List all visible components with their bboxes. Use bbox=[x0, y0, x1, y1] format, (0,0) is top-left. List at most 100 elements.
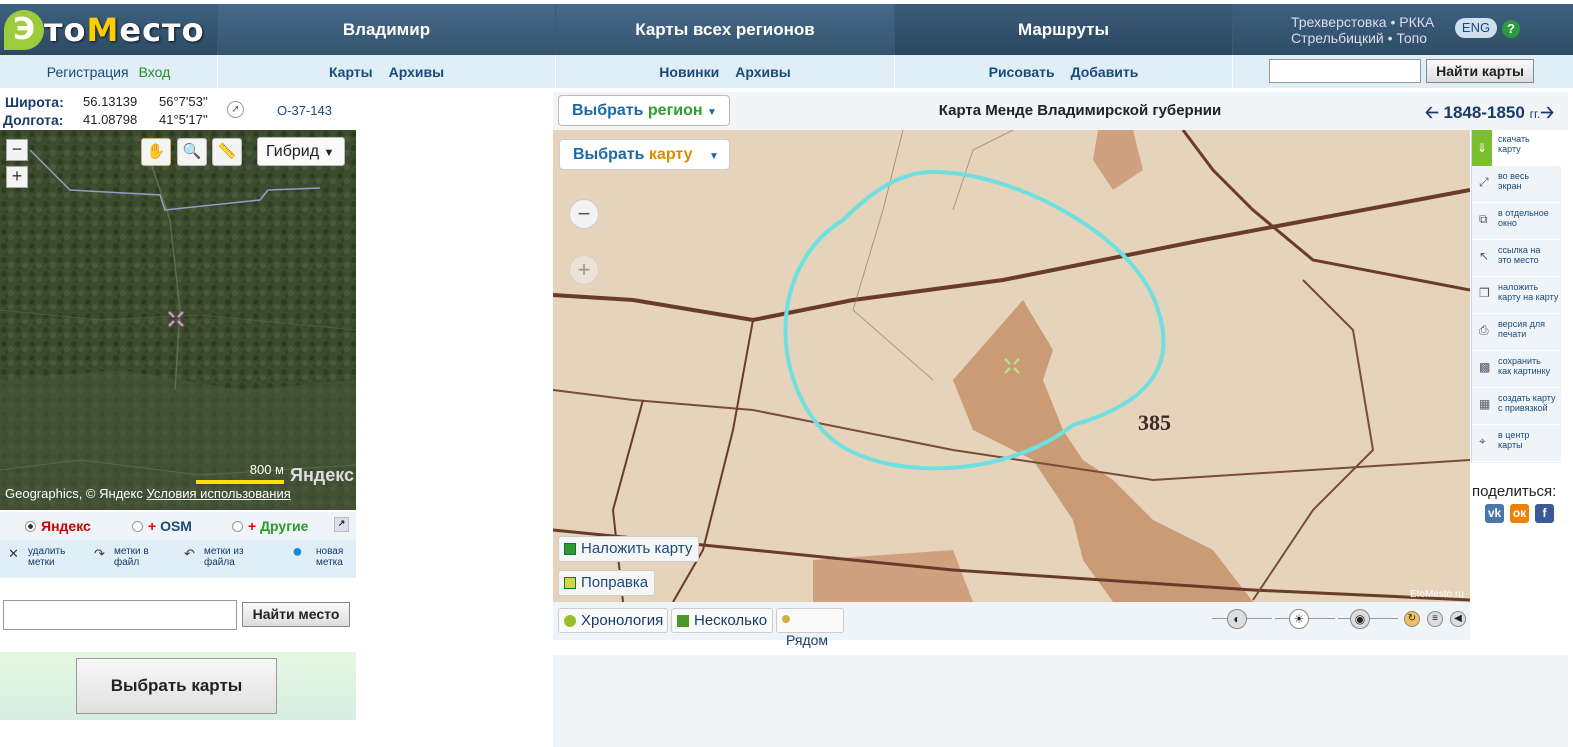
radio-icon bbox=[132, 521, 143, 532]
prev-map-arrow-icon[interactable]: 🡠 bbox=[1425, 103, 1439, 122]
nav-all-maps[interactable]: Карты всех регионов bbox=[556, 4, 894, 55]
place-search-input[interactable] bbox=[3, 600, 237, 630]
overlay-map-button[interactable]: Наложить карту bbox=[558, 536, 700, 562]
vk-share-icon[interactable]: vk bbox=[1485, 504, 1504, 523]
lon-label: Долгота: bbox=[3, 112, 64, 128]
subnav-all: Новинки Архивы bbox=[556, 55, 894, 88]
lon-dms: 41°5'17'' bbox=[159, 112, 208, 127]
marks-to-file-button[interactable]: ↷ метки в файл bbox=[94, 546, 149, 568]
provider-osm[interactable]: + OSM bbox=[132, 518, 192, 534]
reset-icon[interactable]: ↻ bbox=[1404, 611, 1420, 627]
layer-select[interactable]: Гибрид ▼ bbox=[257, 137, 345, 166]
new-mark-button[interactable]: ● новая метка bbox=[292, 542, 343, 568]
nav-region[interactable]: Владимир bbox=[218, 4, 555, 55]
chevron-down-icon: ▼ bbox=[323, 147, 335, 159]
find-maps-button[interactable]: Найти карты bbox=[1426, 59, 1534, 83]
map-sheet-link[interactable]: O-37-143 bbox=[277, 102, 332, 120]
fullscreen-icon: ⤢ bbox=[1479, 175, 1489, 189]
cursor-icon: ↖ bbox=[1479, 249, 1490, 263]
select-map-button[interactable]: Выбрать карту ▼ bbox=[559, 139, 730, 170]
chronology-tab[interactable]: Хронология bbox=[558, 608, 668, 633]
subnav-region: Карты Архивы bbox=[218, 55, 555, 88]
site-logo[interactable]: Э тоМесто bbox=[0, 4, 217, 55]
overlay-map-tool-button[interactable]: ❐ наложить карту на карту bbox=[1472, 278, 1562, 314]
facebook-share-icon[interactable]: f bbox=[1535, 504, 1554, 523]
correction-button[interactable]: Поправка bbox=[558, 570, 656, 596]
lat-label: Широта: bbox=[5, 94, 64, 110]
provider-other[interactable]: + Другие bbox=[232, 518, 308, 534]
archives-all-link[interactable]: Архивы bbox=[735, 64, 790, 80]
register-link[interactable]: Регистрация bbox=[47, 64, 129, 80]
select-region-button[interactable]: Выбрать регион ▼ bbox=[558, 95, 730, 126]
fullscreen-button[interactable]: ⤢ во весь экран bbox=[1472, 167, 1562, 203]
logo-pin-icon: Э bbox=[4, 9, 44, 50]
settings-icon[interactable]: ≡ bbox=[1427, 611, 1443, 627]
create-map-button[interactable]: ▦ создать карту с привязкой bbox=[1472, 389, 1562, 425]
subnav-account: Регистрация Вход bbox=[0, 55, 217, 88]
expand-icon[interactable]: ↗ bbox=[334, 517, 349, 532]
nav-routes[interactable]: Маршруты bbox=[895, 4, 1232, 55]
historic-map-image: 385 bbox=[553, 130, 1470, 602]
news-link[interactable]: Новинки bbox=[659, 64, 719, 80]
provider-yandex[interactable]: Яндекс bbox=[25, 518, 91, 534]
help-icon[interactable]: ? bbox=[1502, 20, 1520, 38]
save-image-icon: ▩ bbox=[1479, 360, 1491, 374]
layers-icon: ❐ bbox=[1479, 286, 1490, 300]
print-version-button[interactable]: ⎙ версия для печати bbox=[1472, 315, 1562, 351]
export-marks-icon: ↷ bbox=[94, 546, 105, 561]
map-zoom-out-button[interactable]: − bbox=[569, 199, 599, 229]
chevron-down-icon: ▼ bbox=[708, 151, 719, 162]
map-tools-panel: ⇓ скачать карту ⤢ во весь экран ⧉ в отдельное… bbox=[1471, 130, 1562, 463]
center-map-button[interactable]: ⌖ в центр карты bbox=[1472, 426, 1562, 462]
next-map-arrow-icon[interactable]: 🡢 bbox=[1540, 103, 1554, 122]
login-link[interactable]: Вход bbox=[139, 64, 171, 80]
new-window-button[interactable]: ⧉ в отдельное окно bbox=[1472, 204, 1562, 240]
choose-maps-button[interactable]: Выбрать карты bbox=[76, 658, 277, 714]
delete-marks-button[interactable]: ✕ удалить метки bbox=[8, 546, 65, 568]
opacity-icon[interactable]: ◉ bbox=[1350, 609, 1370, 629]
scale-label: 800 м bbox=[249, 462, 284, 477]
find-place-button[interactable]: Найти место bbox=[242, 602, 350, 627]
add-link[interactable]: Добавить bbox=[1071, 64, 1139, 80]
grid-icon: ▦ bbox=[1479, 397, 1491, 411]
satellite-map[interactable] bbox=[0, 130, 356, 510]
draw-link[interactable]: Рисовать bbox=[989, 64, 1055, 80]
small-map-zoom-in-button[interactable]: + bbox=[6, 166, 28, 188]
contrast-icon[interactable]: ◐ bbox=[1227, 609, 1247, 629]
chevron-down-icon: ▼ bbox=[706, 107, 717, 118]
terms-link[interactable]: Условия использования bbox=[146, 486, 290, 501]
ruler-icon[interactable]: 📏 bbox=[212, 138, 242, 166]
archives-link[interactable]: Архивы bbox=[389, 64, 444, 80]
nearby-tab[interactable] bbox=[776, 608, 844, 633]
nav-map-types-line1[interactable]: Трехверстовка • РККА bbox=[1291, 14, 1573, 30]
radio-icon bbox=[232, 521, 243, 532]
ok-share-icon[interactable]: ок bbox=[1510, 504, 1529, 523]
several-tab[interactable]: Несколько bbox=[671, 608, 773, 633]
brightness-icon[interactable]: ☀ bbox=[1289, 609, 1309, 629]
chronology-icon bbox=[564, 615, 576, 627]
map-label-385: 385 bbox=[1138, 410, 1171, 435]
nav-map-types-line2[interactable]: Стрельбицкий • Топо bbox=[1291, 30, 1573, 46]
compass-icon[interactable]: ➚ bbox=[227, 101, 244, 118]
map-title: Карта Менде Владимирской губернии bbox=[938, 102, 1222, 119]
language-toggle[interactable]: ENG bbox=[1455, 18, 1497, 38]
link-button[interactable]: ↖ ссылка на это место bbox=[1472, 241, 1562, 277]
lat-dms: 56°7'53'' bbox=[159, 94, 208, 109]
historic-map[interactable]: 385 bbox=[553, 130, 1470, 602]
download-map-button[interactable]: ⇓ скачать карту bbox=[1472, 130, 1562, 166]
marks-from-file-button[interactable]: ↶ метки из файла bbox=[184, 546, 244, 568]
map-copyright: Geographics, © Яндекс Условия использова… bbox=[5, 486, 291, 501]
save-image-button[interactable]: ▩ сохранить как картинку bbox=[1472, 352, 1562, 388]
satellite-imagery bbox=[0, 130, 356, 510]
crosshair-icon: ⌖ bbox=[1479, 434, 1486, 448]
zoom-select-icon[interactable]: 🔍 bbox=[177, 138, 207, 166]
maps-link[interactable]: Карты bbox=[329, 64, 373, 80]
coordinates-panel: Широта: 56.13139 56°7'53'' Долгота: 41.0… bbox=[0, 92, 356, 130]
map-pin-icon: ● bbox=[292, 541, 303, 561]
pan-hand-icon[interactable]: ✋ bbox=[141, 138, 171, 166]
small-map-zoom-out-button[interactable]: − bbox=[6, 139, 28, 161]
map-zoom-in-button[interactable]: + bbox=[569, 255, 599, 285]
back-icon[interactable]: ◀ bbox=[1450, 611, 1466, 627]
maps-search-input[interactable] bbox=[1269, 59, 1421, 83]
correction-icon bbox=[564, 577, 576, 589]
